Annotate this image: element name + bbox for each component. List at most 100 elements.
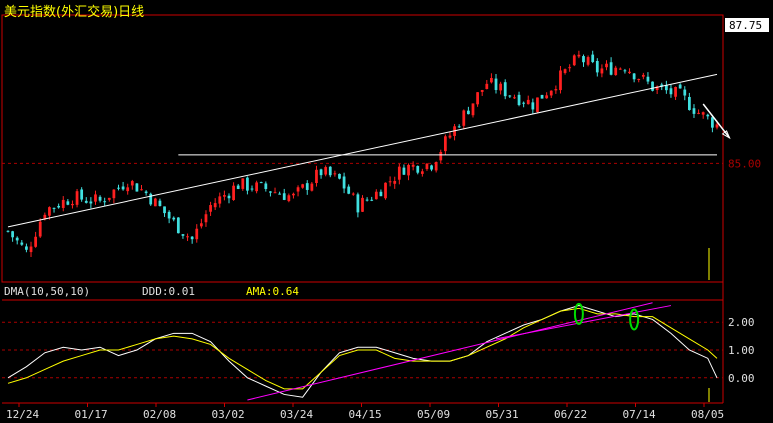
candle-body bbox=[356, 194, 360, 213]
candle-body bbox=[540, 94, 544, 99]
candle bbox=[485, 79, 489, 90]
candle bbox=[651, 81, 654, 92]
candle bbox=[218, 192, 222, 208]
candle bbox=[448, 131, 452, 139]
candle-body bbox=[52, 207, 56, 209]
candle bbox=[163, 206, 166, 217]
candle bbox=[278, 191, 282, 195]
x-tick-label: 06/22 bbox=[554, 408, 587, 421]
candle-body bbox=[11, 231, 14, 238]
candle bbox=[623, 68, 627, 74]
candle bbox=[34, 231, 38, 248]
candle-body bbox=[715, 124, 719, 128]
candle bbox=[255, 180, 258, 194]
candle bbox=[701, 111, 705, 119]
candle-body bbox=[278, 193, 282, 195]
candle bbox=[342, 172, 346, 194]
candle bbox=[176, 217, 180, 234]
candle-body bbox=[609, 62, 613, 75]
candle bbox=[476, 92, 479, 107]
candle bbox=[144, 190, 148, 196]
dollar-index-chart: 12/24 01/17 02/08 03/02 03/24 04/15 05/09 05/31… bbox=[1, 14, 769, 421]
candle-body bbox=[223, 195, 226, 197]
candle bbox=[439, 149, 443, 164]
candle bbox=[66, 199, 70, 206]
candle bbox=[195, 224, 199, 243]
candle-body bbox=[499, 83, 502, 91]
candle-body bbox=[416, 166, 420, 173]
candle bbox=[471, 103, 475, 118]
candle bbox=[664, 80, 668, 94]
candle bbox=[153, 197, 157, 207]
candle bbox=[269, 191, 272, 197]
candle bbox=[149, 192, 153, 206]
candle-body bbox=[669, 88, 673, 95]
candle-body bbox=[388, 181, 392, 183]
candle bbox=[98, 195, 102, 203]
candle-body bbox=[397, 166, 401, 180]
candle-body bbox=[232, 185, 235, 200]
candle bbox=[11, 230, 14, 242]
candle-body bbox=[135, 183, 139, 192]
candle bbox=[38, 218, 42, 238]
x-tick-label: 02/08 bbox=[143, 408, 176, 421]
forecast-arrow-shaft bbox=[702, 103, 731, 139]
candle-body bbox=[328, 166, 332, 176]
indicator-y-tick-label: 0.00 bbox=[728, 372, 755, 385]
candle-body bbox=[641, 74, 645, 77]
candle-body bbox=[563, 69, 567, 73]
x-tick-label: 05/09 bbox=[417, 408, 450, 421]
x-tick-label: 07/14 bbox=[623, 408, 656, 421]
candle bbox=[232, 182, 235, 201]
candle bbox=[94, 190, 97, 205]
candle-body bbox=[701, 112, 705, 115]
candle bbox=[71, 200, 74, 209]
candle bbox=[453, 123, 456, 141]
candle bbox=[250, 185, 254, 192]
candle-body bbox=[462, 110, 466, 126]
candle-body bbox=[549, 90, 553, 96]
candle-body bbox=[107, 197, 111, 200]
candle-body bbox=[651, 81, 654, 91]
candle bbox=[112, 189, 116, 204]
candle-body bbox=[494, 78, 498, 90]
candle-body bbox=[347, 186, 351, 194]
candle bbox=[508, 95, 512, 98]
candle-body bbox=[485, 83, 489, 89]
candle-body bbox=[259, 182, 263, 184]
price-y-tick-label: 85.00 bbox=[728, 157, 761, 170]
candle-body bbox=[711, 117, 714, 128]
candle-body bbox=[531, 102, 535, 110]
candle-body bbox=[664, 85, 668, 91]
candle bbox=[61, 196, 65, 212]
candle bbox=[227, 193, 231, 204]
candle bbox=[347, 184, 351, 195]
candle-body bbox=[153, 198, 157, 207]
candle-body bbox=[186, 236, 189, 238]
candle bbox=[669, 84, 673, 98]
candle bbox=[190, 236, 194, 244]
candle-body bbox=[305, 183, 309, 190]
candle bbox=[328, 166, 332, 178]
candle bbox=[370, 196, 374, 202]
candle bbox=[20, 240, 24, 246]
candle-body bbox=[559, 70, 562, 91]
candle bbox=[107, 197, 111, 202]
candle-body bbox=[75, 191, 79, 205]
candle bbox=[25, 243, 28, 253]
candle-body bbox=[572, 55, 576, 66]
candle bbox=[236, 183, 240, 190]
candle-body bbox=[48, 207, 51, 216]
candle bbox=[333, 170, 337, 177]
candle bbox=[402, 164, 406, 176]
candle bbox=[121, 181, 125, 191]
candle bbox=[540, 94, 544, 99]
candle bbox=[605, 60, 608, 71]
candle-body bbox=[20, 242, 24, 245]
indicator-line-ddd bbox=[7, 305, 718, 398]
candle-body bbox=[361, 197, 364, 212]
candle-body bbox=[333, 173, 337, 175]
candle-body bbox=[25, 246, 28, 250]
candle-body bbox=[632, 73, 636, 80]
candle-body bbox=[140, 189, 143, 191]
